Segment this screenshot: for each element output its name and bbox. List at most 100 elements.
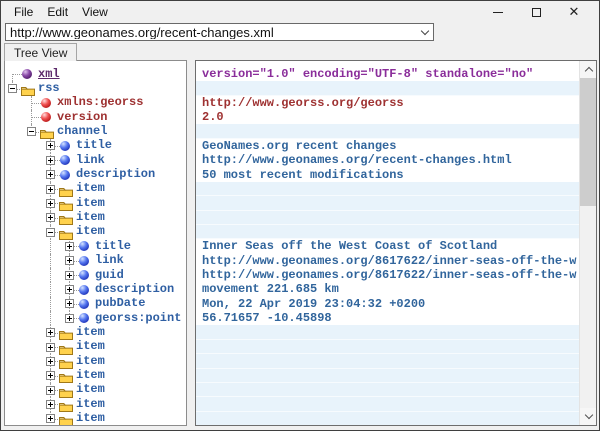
tree-node-label[interactable]: link xyxy=(76,154,105,167)
pane-splitter[interactable] xyxy=(187,60,195,426)
menu-view[interactable]: View xyxy=(75,3,115,21)
value-row[interactable]: Mon, 22 Apr 2019 23:04:32 +0200 xyxy=(196,297,579,311)
tree-row: item xyxy=(5,354,186,368)
value-row[interactable]: 50 most recent modifications xyxy=(196,168,579,182)
tree-guide-line xyxy=(50,268,51,282)
tree-node-label[interactable]: item xyxy=(76,182,105,195)
expand-toggle-icon[interactable] xyxy=(46,185,55,194)
tree-row: item xyxy=(5,397,186,411)
scroll-up-button[interactable] xyxy=(580,61,597,78)
expand-toggle-icon[interactable] xyxy=(46,141,55,150)
value-row[interactable]: GeoNames.org recent changes xyxy=(196,139,579,153)
scrollbar-thumb[interactable] xyxy=(580,78,597,206)
close-button[interactable]: ✕ xyxy=(555,1,593,23)
value-row-empty xyxy=(196,412,579,426)
expand-toggle-icon[interactable] xyxy=(46,343,55,352)
tree-node-label[interactable]: xml xyxy=(38,68,60,81)
vertical-scrollbar[interactable] xyxy=(579,61,596,425)
folder-icon xyxy=(21,83,35,101)
value-row-empty xyxy=(196,369,579,383)
tab-label: Tree View xyxy=(14,46,67,60)
expand-toggle-icon[interactable] xyxy=(46,156,55,165)
expand-toggle-icon[interactable] xyxy=(65,314,74,323)
tree-node-label[interactable]: title xyxy=(76,139,112,152)
tree-node-label[interactable]: rss xyxy=(38,82,60,95)
minimize-button[interactable] xyxy=(479,1,517,23)
value-row[interactable]: http://www.geonames.org/recent-changes.h… xyxy=(196,153,579,167)
expand-toggle-icon[interactable] xyxy=(46,170,55,179)
tree-node-label[interactable]: item xyxy=(76,340,105,353)
scroll-down-button[interactable] xyxy=(580,408,597,425)
value-row-empty xyxy=(196,196,579,210)
collapse-toggle-icon[interactable] xyxy=(46,228,55,237)
url-input[interactable] xyxy=(6,25,417,39)
tree-node-label[interactable]: description xyxy=(95,283,174,296)
tree-node-label[interactable]: description xyxy=(76,168,155,181)
tree-node-label[interactable]: channel xyxy=(57,125,107,138)
expand-toggle-icon[interactable] xyxy=(65,285,74,294)
value-row-empty xyxy=(196,397,579,411)
tree-row: item xyxy=(5,340,186,354)
expand-toggle-icon[interactable] xyxy=(46,357,55,366)
tree-row: title xyxy=(5,239,186,253)
tree-row: item xyxy=(5,225,186,239)
value-row[interactable]: http://www.geonames.org/8617622/inner-se… xyxy=(196,268,579,282)
menu-file[interactable]: File xyxy=(7,3,40,21)
tree-node-label[interactable]: item xyxy=(76,326,105,339)
expand-toggle-icon[interactable] xyxy=(46,386,55,395)
purple-sphere-icon xyxy=(22,69,32,79)
expand-toggle-icon[interactable] xyxy=(65,299,74,308)
tree-node-label[interactable]: item xyxy=(76,412,105,425)
tree-row: channel xyxy=(5,124,186,138)
maximize-icon xyxy=(532,8,541,17)
value-row-empty xyxy=(196,124,579,138)
blue-sphere-icon xyxy=(60,170,70,180)
tree-guide-line xyxy=(12,74,22,75)
collapse-toggle-icon[interactable] xyxy=(27,127,36,136)
tree-node-label[interactable]: item xyxy=(76,225,105,238)
value-row[interactable]: 2.0 xyxy=(196,110,579,124)
tree-guide-line xyxy=(31,117,41,118)
tree-node-label[interactable]: guid xyxy=(95,269,124,282)
value-row[interactable]: http://www.geonames.org/8617622/inner-se… xyxy=(196,254,579,268)
tree-node-label[interactable]: xmlns:georss xyxy=(57,96,143,109)
collapse-toggle-icon[interactable] xyxy=(8,84,17,93)
value-row-empty xyxy=(196,340,579,354)
tree-node-label[interactable]: item xyxy=(76,369,105,382)
value-row[interactable]: movement 221.685 km xyxy=(196,282,579,296)
expand-toggle-icon[interactable] xyxy=(46,213,55,222)
tree-row: link xyxy=(5,153,186,167)
tree-node-label[interactable]: item xyxy=(76,211,105,224)
tree-node-label[interactable]: version xyxy=(57,111,107,124)
tab-tree-view[interactable]: Tree View xyxy=(4,43,77,61)
expand-toggle-icon[interactable] xyxy=(46,371,55,380)
tree-node-label[interactable]: pubDate xyxy=(95,297,145,310)
expand-toggle-icon[interactable] xyxy=(65,242,74,251)
tree-row: xml xyxy=(5,67,186,81)
expand-toggle-icon[interactable] xyxy=(65,256,74,265)
tree-node-label[interactable]: georss:point xyxy=(95,312,181,325)
combobox-dropdown-button[interactable] xyxy=(417,24,433,40)
value-row[interactable]: 56.71657 -10.45898 xyxy=(196,311,579,325)
tree-node-label[interactable]: link xyxy=(95,254,124,267)
tree-row: description xyxy=(5,282,186,296)
app-window: FileEditView ✕ Tree View xmlrssxmlns:geo… xyxy=(0,0,600,431)
tree-node-label[interactable]: item xyxy=(76,355,105,368)
expand-toggle-icon[interactable] xyxy=(46,328,55,337)
expand-toggle-icon[interactable] xyxy=(46,400,55,409)
tree-node-label[interactable]: item xyxy=(76,197,105,210)
xml-tree-pane: xmlrssxmlns:georssversionchanneltitlelin… xyxy=(4,60,187,426)
expand-toggle-icon[interactable] xyxy=(46,414,55,423)
value-row[interactable]: http://www.georss.org/georss xyxy=(196,96,579,110)
expand-toggle-icon[interactable] xyxy=(46,199,55,208)
maximize-button[interactable] xyxy=(517,1,555,23)
tree-row: georss:point xyxy=(5,311,186,325)
value-row[interactable]: Inner Seas off the West Coast of Scotlan… xyxy=(196,239,579,253)
tree-node-label[interactable]: title xyxy=(95,240,131,253)
value-row[interactable]: version="1.0" encoding="UTF-8" standalon… xyxy=(196,67,579,81)
value-pane: version="1.0" encoding="UTF-8" standalon… xyxy=(195,60,597,426)
tree-node-label[interactable]: item xyxy=(76,383,105,396)
expand-toggle-icon[interactable] xyxy=(65,271,74,280)
tree-node-label[interactable]: item xyxy=(76,398,105,411)
menu-edit[interactable]: Edit xyxy=(40,3,75,21)
